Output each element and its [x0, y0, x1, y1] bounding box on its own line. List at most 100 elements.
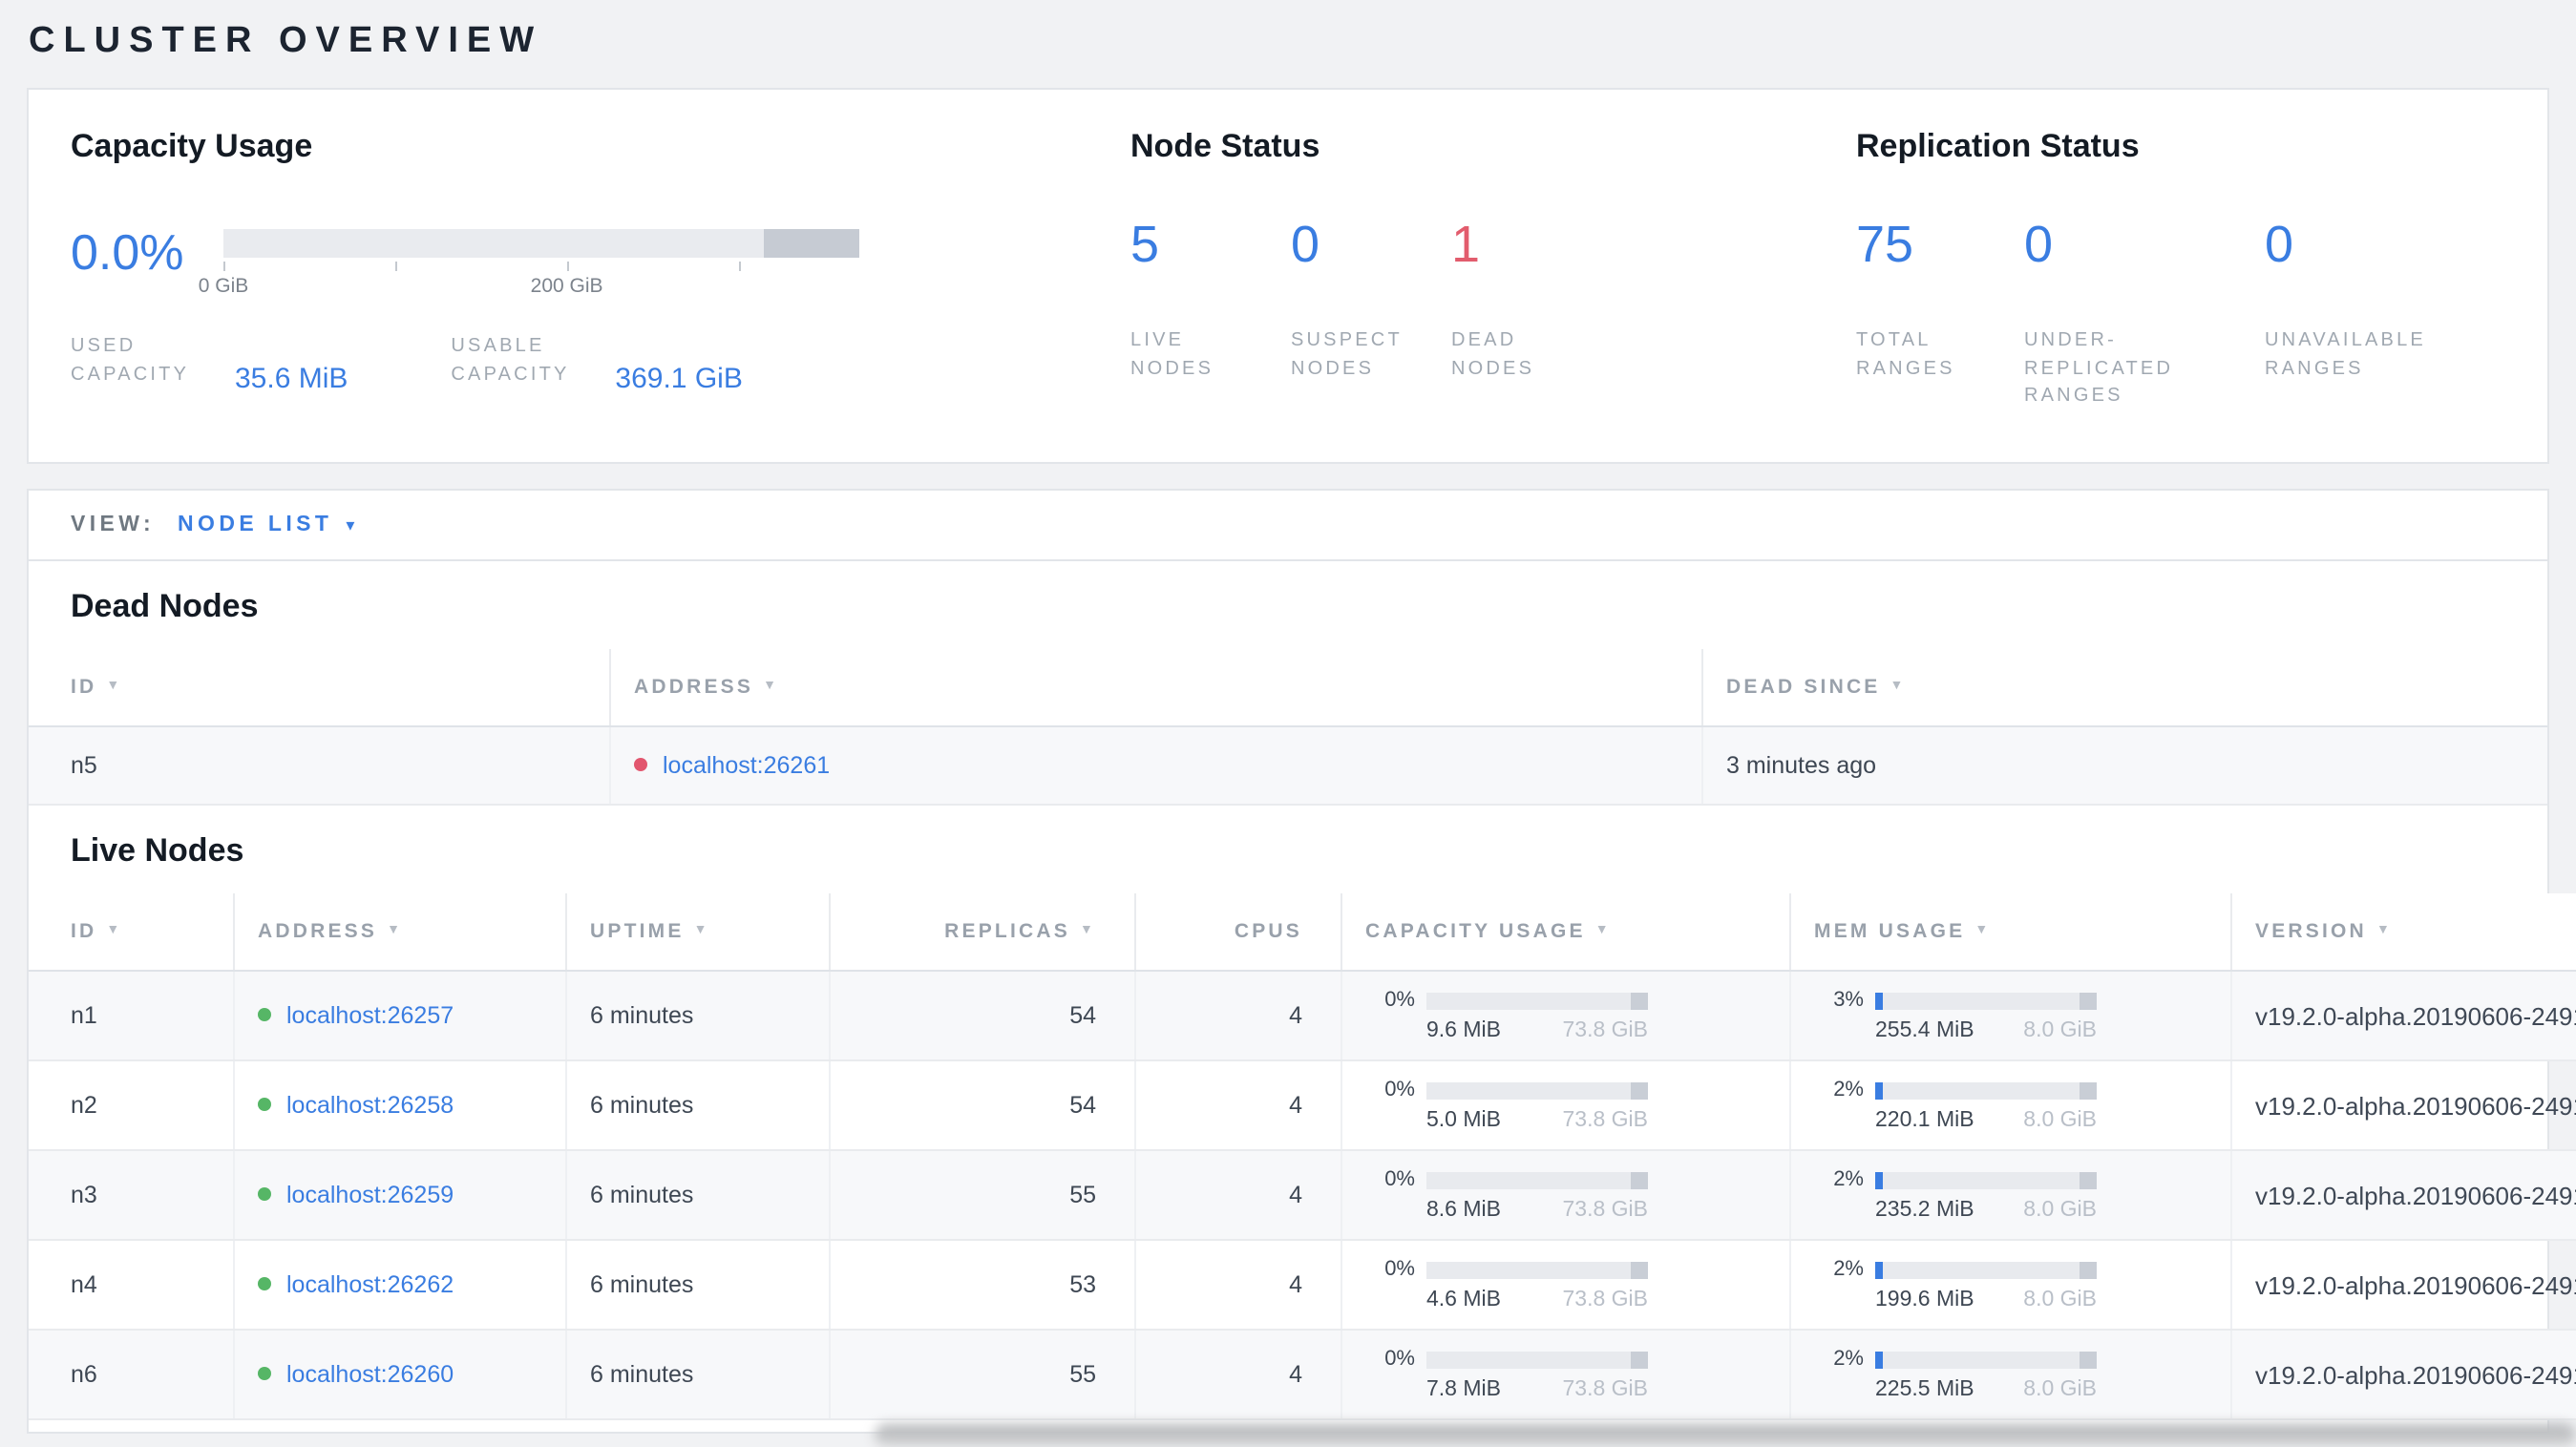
sort-arrow-icon: ▼ — [763, 680, 780, 693]
stat-label: LIVE NODES — [1130, 330, 1214, 379]
usage-percent: 0% — [1384, 989, 1415, 1012]
usage-bar — [1426, 1351, 1648, 1368]
axis-tick — [738, 262, 741, 271]
usage-bar — [1426, 992, 1648, 1009]
stat-suspect-nodes: 0 SUSPECT NODES — [1291, 216, 1451, 384]
dead-node-address-link[interactable]: localhost:26261 — [663, 752, 830, 779]
live-nodes-table: ID ▼ ADDRESS ▼ UPTIME ▼ REPLICAS ▼ CPUS CAPACITY … — [29, 893, 2576, 1420]
view-label: VIEW: — [71, 514, 156, 536]
usage-percent: 2% — [1833, 1258, 1864, 1281]
live-status-icon — [258, 1277, 271, 1291]
stat-value: 1 — [1451, 216, 1481, 273]
mem-usage-cell: 3% 255.4 MiB 8.0 GiB — [1790, 971, 2232, 1061]
usage-total-value: 8.0 GiB — [2023, 1019, 2097, 1042]
mem-usage-cell: 2% 225.5 MiB 8.0 GiB — [1790, 1330, 2232, 1420]
node-uptime: 6 minutes — [566, 1330, 831, 1420]
usage-bar-end-segment — [2080, 1171, 2097, 1188]
column-header-capacity-usage[interactable]: CAPACITY USAGE ▼ — [1341, 893, 1791, 972]
column-header-address[interactable]: ADDRESS ▼ — [610, 649, 1703, 727]
node-address-link[interactable]: localhost:26260 — [286, 1361, 454, 1388]
view-selector-dropdown[interactable]: NODE LIST ▾ — [178, 514, 359, 536]
usage-bar-end-segment — [2080, 1351, 2097, 1368]
column-header-uptime[interactable]: UPTIME ▼ — [566, 893, 831, 972]
usage-bar-end-segment — [1631, 1351, 1648, 1368]
usage-bar — [1875, 1261, 2097, 1278]
node-version: v19.2.0-alpha.20190606-2491-gfe735c9a97 — [2231, 1060, 2576, 1151]
stat-label: UNDER-REPLICATED RANGES — [2024, 330, 2174, 407]
column-header-dead-since[interactable]: DEAD SINCE ▼ — [1702, 649, 2547, 727]
usage-bar-fill — [1875, 1261, 1883, 1278]
capacity-usage-title: Capacity Usage — [71, 128, 313, 164]
sort-arrow-icon: ▼ — [693, 924, 710, 937]
summary-card: Capacity Usage 0.0% 0 GiB 200 GiB USED CA… — [27, 88, 2549, 464]
node-uptime: 6 minutes — [566, 1060, 831, 1151]
usage-values: 8.6 MiB 73.8 GiB — [1426, 1199, 1648, 1222]
capacity-usage-cell: 0% 8.6 MiB 73.8 GiB — [1341, 1150, 1791, 1241]
mem-usage-cell: 2% 220.1 MiB 8.0 GiB — [1790, 1060, 2232, 1151]
mem-usage-cell: 2% 199.6 MiB 8.0 GiB — [1790, 1240, 2232, 1331]
node-uptime: 6 minutes — [566, 1150, 831, 1241]
view-bar: VIEW: NODE LIST ▾ — [29, 491, 2547, 561]
sort-arrow-icon: ▼ — [1079, 924, 1096, 937]
node-replicas: 53 — [830, 1240, 1136, 1331]
node-id: n6 — [29, 1330, 235, 1420]
column-header-version[interactable]: VERSION ▼ — [2231, 893, 2576, 972]
stat-label: DEAD NODES — [1451, 330, 1535, 379]
column-header-id[interactable]: ID ▼ — [29, 649, 611, 727]
node-address-link[interactable]: localhost:26258 — [286, 1092, 454, 1119]
column-header-label: CPUS — [1234, 920, 1302, 943]
column-header-mem-usage[interactable]: MEM USAGE ▼ — [1790, 893, 2232, 972]
usage-bar-end-segment — [1631, 992, 1648, 1009]
column-header-id[interactable]: ID ▼ — [29, 893, 235, 972]
usage-row: 2% — [1814, 1348, 2207, 1371]
usage-used-value: 9.6 MiB — [1426, 1019, 1501, 1042]
window-edge-shadow — [875, 1424, 2576, 1447]
capacity-stat-label: USED CAPACITY — [71, 336, 190, 385]
usage-percent: 0% — [1384, 1348, 1415, 1371]
stat-total-ranges: 75 TOTAL RANGES — [1856, 216, 2024, 411]
sort-arrow-icon: ▼ — [106, 924, 123, 937]
column-header-label: ID — [71, 676, 97, 699]
usage-total-value: 73.8 GiB — [1562, 1289, 1649, 1311]
usage-row: 2% — [1814, 1168, 2207, 1191]
usage-total-value: 8.0 GiB — [2023, 1378, 2097, 1401]
capacity-usage-cell: 0% 7.8 MiB 73.8 GiB — [1341, 1330, 1791, 1420]
usage-total-value: 8.0 GiB — [2023, 1289, 2097, 1311]
usage-values: 4.6 MiB 73.8 GiB — [1426, 1289, 1648, 1311]
usage-bar-end-segment — [1631, 1171, 1648, 1188]
column-header-address[interactable]: ADDRESS ▼ — [234, 893, 567, 972]
usage-used-value: 235.2 MiB — [1875, 1199, 1974, 1222]
node-address-link[interactable]: localhost:26257 — [286, 1002, 454, 1029]
column-header-label: ADDRESS — [258, 920, 378, 943]
mem-usage-cell: 2% 235.2 MiB 8.0 GiB — [1790, 1150, 2232, 1241]
stat-label: UNAVAILABLE RANGES — [2265, 330, 2426, 379]
usage-percent: 2% — [1833, 1348, 1864, 1371]
node-address-link[interactable]: localhost:26262 — [286, 1271, 454, 1298]
node-address-link[interactable]: localhost:26259 — [286, 1182, 454, 1208]
usage-bar-end-segment — [2080, 1081, 2097, 1099]
sort-arrow-icon: ▼ — [106, 680, 123, 693]
usage-values: 225.5 MiB 8.0 GiB — [1875, 1378, 2097, 1401]
capacity-usage-cell: 0% 5.0 MiB 73.8 GiB — [1341, 1060, 1791, 1151]
usage-used-value: 7.8 MiB — [1426, 1378, 1501, 1401]
sort-arrow-icon: ▼ — [1890, 680, 1907, 693]
node-cpus: 4 — [1135, 1330, 1342, 1420]
node-uptime: 6 minutes — [566, 1240, 831, 1331]
usage-values: 9.6 MiB 73.8 GiB — [1426, 1019, 1648, 1042]
dead-node-row: n5 localhost:26261 3 minutes ago — [29, 726, 2547, 806]
usage-bar — [1875, 1351, 2097, 1368]
replication-status-title: Replication Status — [1856, 128, 2140, 164]
node-version: v19.2.0-alpha.20190606-2491-gfe735c9a97 — [2231, 971, 2576, 1061]
column-header-replicas[interactable]: REPLICAS ▼ — [830, 893, 1136, 972]
stat-unavailable-ranges: 0 UNAVAILABLE RANGES — [2265, 216, 2475, 411]
replication-status-stats: 75 TOTAL RANGES 0 UNDER-REPLICATED RANGES 0 U… — [1856, 216, 2505, 411]
usage-percent: 0% — [1384, 1168, 1415, 1191]
usage-bar-end-segment — [1631, 1261, 1648, 1278]
node-cpus: 4 — [1135, 971, 1342, 1061]
usage-used-value: 8.6 MiB — [1426, 1199, 1501, 1222]
usage-total-value: 8.0 GiB — [2023, 1199, 2097, 1222]
usage-values: 7.8 MiB 73.8 GiB — [1426, 1378, 1648, 1401]
usage-bar-fill — [1875, 1171, 1883, 1188]
usage-bar — [1426, 1171, 1648, 1188]
axis-tick — [566, 262, 569, 271]
